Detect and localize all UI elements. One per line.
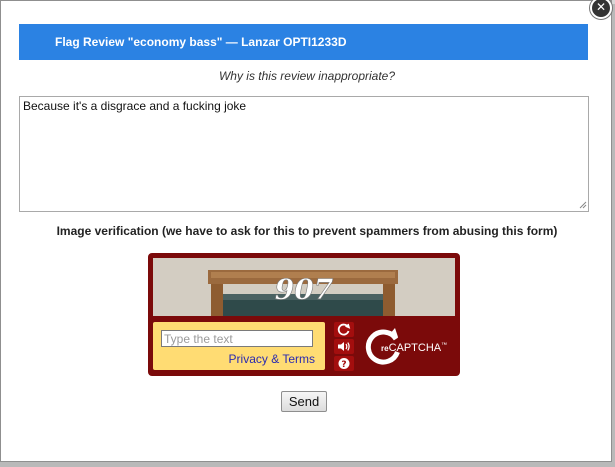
reason-question: Why is this review inappropriate? [218,69,396,83]
recaptcha-brand-text: reCAPTCHA™ [381,342,447,354]
recaptcha-trademark: ™ [441,342,448,349]
close-icon: ✕ [595,0,607,14]
recaptcha-brand-prefix: re [381,344,389,353]
captcha-audio-button[interactable] [334,339,354,354]
captcha-image: 907 [153,258,455,316]
flag-review-dialog: ✕ Flag Review "economy bass" — Lanzar OP… [0,0,612,462]
dialog-title: Flag Review "economy bass" — Lanzar OPTI… [55,35,347,49]
close-button[interactable]: ✕ [590,0,612,19]
dialog-titlebar: Flag Review "economy bass" — Lanzar OPTI… [19,24,588,60]
recaptcha-brand: reCAPTCHA™ [363,326,453,366]
refresh-icon [337,323,351,336]
send-button[interactable]: Send [281,391,327,412]
captcha-help-button[interactable]: ? [334,356,354,371]
captcha-image-text: 907 [275,273,334,306]
svg-text:?: ? [341,360,346,370]
reason-textarea[interactable]: Because it's a disgrace and a fucking jo… [19,96,589,212]
captcha-refresh-button[interactable] [334,322,354,337]
captcha-input-panel: Privacy & Terms [153,322,325,370]
audio-icon [338,342,350,351]
resize-grip-icon[interactable] [579,201,587,209]
captcha-text-input[interactable] [161,330,313,347]
help-icon: ? [338,358,350,370]
image-verification-label: Image verification (we have to ask for t… [56,224,558,238]
recaptcha-widget: 907 Privacy & Terms [148,253,460,376]
privacy-terms-link[interactable]: Privacy & Terms [229,352,315,366]
recaptcha-brand-name: CAPTCHA [388,342,442,354]
